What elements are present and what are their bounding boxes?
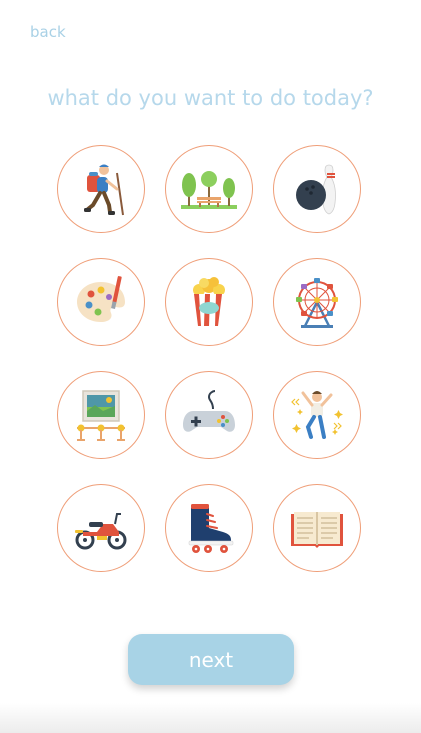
activity-hiking[interactable] xyxy=(57,145,145,233)
activity-dancing[interactable] xyxy=(273,371,361,459)
popcorn-icon xyxy=(193,277,225,326)
gamepad-icon xyxy=(183,390,235,432)
park-icon xyxy=(181,171,237,209)
bottom-shade xyxy=(0,703,421,733)
roller-skate-icon xyxy=(188,504,234,553)
book-icon xyxy=(291,512,343,548)
hiking-icon xyxy=(84,164,124,216)
bowling-icon xyxy=(296,164,336,215)
back-link[interactable]: back xyxy=(30,23,66,41)
dancing-icon xyxy=(291,391,343,439)
activity-painting[interactable] xyxy=(57,258,145,346)
activity-roller-skating[interactable] xyxy=(165,484,253,572)
activity-motorbike[interactable] xyxy=(57,484,145,572)
activity-ferris-wheel[interactable] xyxy=(273,258,361,346)
ferris-wheel-icon xyxy=(296,278,338,328)
activity-art-gallery[interactable] xyxy=(57,371,145,459)
next-button[interactable]: next xyxy=(128,634,294,685)
motorbike-icon xyxy=(75,513,127,550)
activity-grid xyxy=(57,145,361,572)
painting-icon xyxy=(77,276,125,322)
activity-gaming[interactable] xyxy=(165,371,253,459)
art-gallery-icon xyxy=(77,390,125,441)
activity-bowling[interactable] xyxy=(273,145,361,233)
page-title: what do you want to do today? xyxy=(47,86,374,110)
activity-popcorn[interactable] xyxy=(165,258,253,346)
activity-reading[interactable] xyxy=(273,484,361,572)
activity-park[interactable] xyxy=(165,145,253,233)
